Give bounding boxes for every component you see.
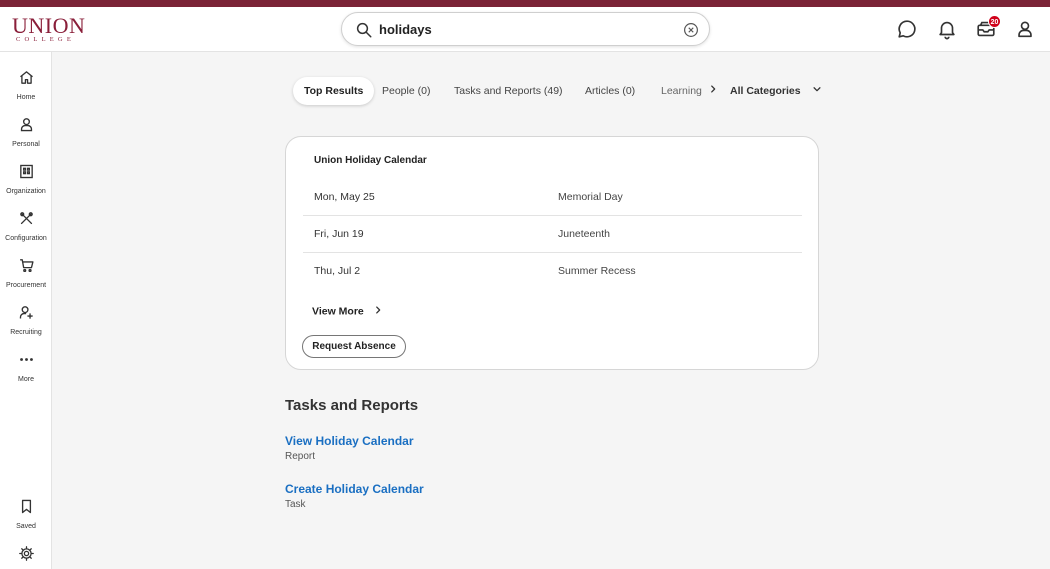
holiday-row: Fri, Jun 19 Juneteenth — [303, 215, 802, 252]
tab-learning-label: Learning — [661, 85, 702, 97]
left-sidebar-nav: Home Personal Organization Configuration… — [0, 52, 52, 569]
holiday-date: Thu, Jul 2 — [314, 265, 361, 277]
sidebar-item-organization[interactable]: Organization — [0, 163, 52, 207]
create-holiday-calendar-link[interactable]: Create Holiday Calendar — [285, 482, 424, 496]
sidebar-item-label: Home — [16, 94, 36, 101]
building-icon — [19, 164, 33, 179]
holiday-name: Summer Recess — [558, 265, 636, 277]
home-icon — [19, 71, 33, 84]
holiday-calendar-card: Union Holiday Calendar Mon, May 25 Memor… — [285, 136, 819, 370]
sidebar-item-label: Configuration — [5, 235, 47, 242]
request-absence-button[interactable]: Request Absence — [302, 335, 406, 358]
person-icon — [20, 118, 32, 132]
sidebar-item-label: Recruiting — [10, 329, 42, 336]
cart-icon — [19, 259, 34, 273]
tab-tasks-and-reports[interactable]: Tasks and Reports (49) — [454, 77, 563, 105]
union-college-logo[interactable]: UNION COLLEGE — [12, 13, 86, 43]
notifications-bell-icon[interactable] — [936, 18, 958, 40]
sidebar-item-label: Saved — [16, 523, 36, 530]
tools-icon — [19, 212, 33, 225]
add-person-icon — [19, 306, 33, 319]
sidebar-item-more[interactable]: More — [0, 351, 52, 395]
profile-icon[interactable] — [1014, 18, 1036, 40]
holiday-name: Juneteenth — [558, 228, 610, 240]
global-search-bar[interactable]: holidays — [341, 12, 710, 46]
tab-articles[interactable]: Articles (0) — [585, 77, 635, 105]
sidebar-item-label: Organization — [6, 188, 46, 195]
search-icon — [355, 21, 373, 39]
sidebar-item-recruiting[interactable]: Recruiting — [0, 304, 52, 348]
more-dots-icon — [19, 358, 33, 361]
holiday-date: Fri, Jun 19 — [314, 228, 364, 240]
view-more-label: View More — [312, 305, 364, 318]
sidebar-item-label: More — [18, 376, 34, 383]
clear-search-icon[interactable] — [682, 21, 700, 39]
logo-line-1: UNION — [12, 13, 86, 38]
chevron-down-icon — [812, 77, 822, 105]
holiday-row: Mon, May 25 Memorial Day — [303, 178, 802, 215]
tab-learning[interactable]: Learning — [661, 77, 718, 105]
bookmark-icon — [21, 499, 31, 514]
card-title: Union Holiday Calendar — [314, 155, 427, 166]
sidebar-item-personal[interactable]: Personal — [0, 116, 52, 160]
notification-count-badge: 20 — [988, 15, 1001, 28]
chevron-right-icon — [373, 305, 383, 318]
tab-top-results[interactable]: Top Results — [293, 77, 375, 105]
holiday-date: Mon, May 25 — [314, 191, 375, 203]
all-categories-dropdown[interactable]: All Categories — [730, 77, 822, 105]
search-input[interactable]: holidays — [379, 22, 432, 37]
holiday-name: Memorial Day — [558, 191, 623, 203]
inbox-chat-icon[interactable] — [896, 18, 918, 40]
view-holiday-calendar-link[interactable]: View Holiday Calendar — [285, 434, 414, 448]
sidebar-item-label: Procurement — [5, 282, 47, 289]
sidebar-item-configuration[interactable]: Configuration — [0, 210, 52, 254]
result-type-label: Report — [285, 451, 316, 462]
sidebar-item-home[interactable]: Home — [0, 69, 52, 113]
sidebar-item-label: Personal — [12, 141, 40, 148]
all-categories-label: All Categories — [730, 85, 801, 97]
view-more-link[interactable]: View More — [312, 305, 383, 318]
main-content: Top Results People (0) Tasks and Reports… — [52, 52, 1050, 569]
logo-line-2: COLLEGE — [15, 36, 75, 43]
sidebar-item-procurement[interactable]: Procurement — [0, 257, 52, 301]
tab-people[interactable]: People (0) — [382, 77, 430, 105]
tasks-and-reports-heading: Tasks and Reports — [285, 397, 419, 414]
top-accent-strip — [0, 0, 1050, 7]
holiday-row: Thu, Jul 2 Summer Recess — [303, 252, 802, 289]
chevron-right-icon[interactable] — [708, 77, 718, 105]
result-type-label: Task — [285, 499, 306, 510]
gear-icon — [18, 546, 34, 561]
sidebar-item-saved[interactable]: Saved — [0, 498, 52, 542]
top-header: UNION COLLEGE holidays 20 — [0, 7, 1050, 52]
sidebar-item-settings[interactable] — [0, 545, 52, 569]
